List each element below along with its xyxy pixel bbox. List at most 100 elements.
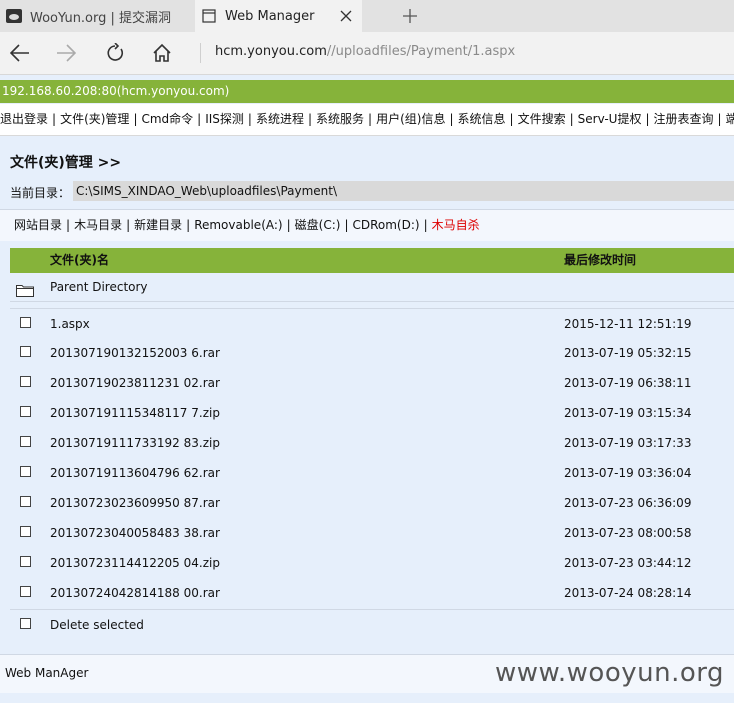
link-separator: | <box>423 218 428 232</box>
file-modified-time: 2013-07-19 06:38:11 <box>564 376 692 390</box>
file-modified-time: 2013-07-19 03:36:04 <box>564 466 692 480</box>
table-row: 20130723114412205 04.zip 2013-07-23 03:4… <box>10 548 734 578</box>
url-host: hcm.yonyou.com <box>215 44 327 59</box>
close-tab-icon[interactable] <box>338 8 354 24</box>
parent-directory-link[interactable]: Parent Directory <box>50 274 148 301</box>
menu-separator: | <box>133 112 138 126</box>
menu-separator: | <box>717 112 722 126</box>
folder-icon <box>16 280 34 297</box>
menu-item-cmd[interactable]: Cmd命令 <box>141 112 193 126</box>
file-modified-time: 2013-07-23 08:00:58 <box>564 526 692 540</box>
link-separator: | <box>66 218 71 232</box>
link-separator: | <box>126 218 131 232</box>
file-name-link[interactable]: 20130724042814188 00.rar <box>50 578 220 608</box>
table-row: 20130719023811231 02.rar 2013-07-19 06:3… <box>10 368 734 398</box>
current-dir-label: 当前目录： <box>10 186 71 200</box>
link-separator: | <box>186 218 191 232</box>
table-row: 20130719113604796 62.rar 2013-07-19 03:3… <box>10 458 734 488</box>
file-checkbox[interactable] <box>20 496 31 507</box>
refresh-icon[interactable] <box>103 41 127 65</box>
column-header-time: 最后修改时间 <box>564 253 637 267</box>
menu-item-file-manager[interactable]: 文件(夹)管理 <box>60 112 129 126</box>
file-name-link[interactable]: 201307191115348117 7.zip <box>50 398 220 428</box>
menu-item-registry[interactable]: 注册表查询 <box>654 112 714 126</box>
file-modified-time: 2013-07-23 06:36:09 <box>564 496 692 510</box>
delete-selected-row: Delete selected <box>10 609 734 640</box>
file-name-link[interactable]: 201307190132152003 6.rar <box>50 338 220 368</box>
table-row: 20130719111733192 83.zip 2013-07-19 03:1… <box>10 428 734 458</box>
file-checkbox[interactable] <box>20 376 31 387</box>
menu-separator: | <box>197 112 202 126</box>
watermark: www.wooyun.org <box>494 658 724 688</box>
file-name-link[interactable]: 1.aspx <box>50 309 90 339</box>
forward-arrow-icon[interactable] <box>54 41 78 65</box>
home-icon[interactable] <box>150 41 174 65</box>
link-separator: | <box>286 218 291 232</box>
file-checkbox[interactable] <box>20 556 31 567</box>
tab-wooyun[interactable]: WooYun.org | 提交漏洞 <box>0 0 195 32</box>
menu-item-sysinfo[interactable]: 系统信息 <box>458 112 506 126</box>
link-separator: | <box>344 218 349 232</box>
current-dir-input[interactable]: C:\SIMS_XINDAO_Web\uploadfiles\Payment\ <box>73 181 734 201</box>
file-checkbox[interactable] <box>20 466 31 477</box>
tab-web-manager[interactable]: Web Manager <box>195 0 362 32</box>
browser-nav-bar: hcm.yonyou.com//uploadfiles/Payment/1.as… <box>0 32 734 75</box>
file-name-link[interactable]: 20130719111733192 83.zip <box>50 428 220 458</box>
menu-item-processes[interactable]: 系统进程 <box>256 112 304 126</box>
menu-item-iis[interactable]: IIS探测 <box>205 112 244 126</box>
select-all-checkbox[interactable] <box>20 618 31 629</box>
file-checkbox[interactable] <box>20 317 31 328</box>
file-modified-time: 2013-07-19 03:17:33 <box>564 436 692 450</box>
tab-title: Web Manager <box>225 8 315 24</box>
drive-links: 网站目录 | 木马目录 | 新建目录 | Removable(A:) | 磁盘(C:) | CDRo… <box>0 209 734 241</box>
footer: Web ManAger www.wooyun.org <box>0 654 734 693</box>
link-self-kill[interactable]: 木马自杀 <box>432 218 480 232</box>
table-row: 201307191115348117 7.zip 2013-07-19 03:1… <box>10 398 734 428</box>
file-name-link[interactable]: 20130723023609950 87.rar <box>50 488 220 518</box>
back-arrow-icon[interactable] <box>8 41 32 65</box>
url-path: //uploadfiles/Payment/1.aspx <box>326 44 516 59</box>
file-name-link[interactable]: 20130719113604796 62.rar <box>50 458 220 488</box>
menu-item-users[interactable]: 用户(组)信息 <box>376 112 445 126</box>
link-drive-d[interactable]: CDRom(D:) <box>352 218 419 232</box>
delete-selected-button[interactable]: Delete selected <box>50 610 144 640</box>
file-checkbox[interactable] <box>20 526 31 537</box>
address-bar[interactable]: hcm.yonyou.com//uploadfiles/Payment/1.as… <box>215 44 515 59</box>
file-checkbox[interactable] <box>20 436 31 447</box>
file-name-link[interactable]: 20130719023811231 02.rar <box>50 368 220 398</box>
link-drive-c[interactable]: 磁盘(C:) <box>295 218 341 232</box>
parent-directory-row[interactable]: Parent Directory <box>10 274 734 302</box>
wooyun-favicon-icon <box>6 8 22 24</box>
menu-separator: | <box>645 112 650 126</box>
link-site-dir[interactable]: 网站目录 <box>14 218 62 232</box>
table-row: 20130724042814188 00.rar 2013-07-24 08:2… <box>10 578 734 608</box>
menu-item-file-search[interactable]: 文件搜索 <box>518 112 566 126</box>
link-new-dir[interactable]: 新建目录 <box>134 218 182 232</box>
menu-separator: | <box>247 112 252 126</box>
menu-item-logout[interactable]: 退出登录 <box>0 112 48 126</box>
file-checkbox[interactable] <box>20 406 31 417</box>
file-modified-time: 2013-07-19 05:32:15 <box>564 346 692 360</box>
table-row: 20130723023609950 87.rar 2013-07-23 06:3… <box>10 488 734 518</box>
file-checkbox[interactable] <box>20 586 31 597</box>
menu-separator: | <box>449 112 454 126</box>
table-row: 20130723040058483 38.rar 2013-07-23 08:0… <box>10 518 734 548</box>
tab-title: WooYun.org | 提交漏洞 <box>30 10 172 26</box>
menu-separator: | <box>307 112 313 126</box>
menu-separator: | <box>509 112 514 126</box>
file-name-link[interactable]: 20130723040058483 38.rar <box>50 518 220 548</box>
link-drive-a[interactable]: Removable(A:) <box>194 218 282 232</box>
file-name-link[interactable]: 20130723114412205 04.zip <box>50 548 220 578</box>
link-trojan-dir[interactable]: 木马目录 <box>74 218 122 232</box>
menu-item-servu[interactable]: Serv-U提权 <box>578 112 642 126</box>
menu-item-ports[interactable]: 端口 <box>726 112 734 126</box>
file-modified-time: 2013-07-24 08:28:14 <box>564 586 692 600</box>
menu-separator: | <box>569 112 574 126</box>
file-checkbox[interactable] <box>20 346 31 357</box>
page-icon <box>201 8 217 24</box>
menu-item-services[interactable]: 系统服务 <box>316 112 364 126</box>
host-info-bar: 192.168.60.208:80(hcm.yonyou.com) <box>0 80 734 103</box>
url-separator <box>200 43 201 63</box>
new-tab-icon[interactable] <box>400 6 420 26</box>
menu-separator: | <box>52 112 57 126</box>
